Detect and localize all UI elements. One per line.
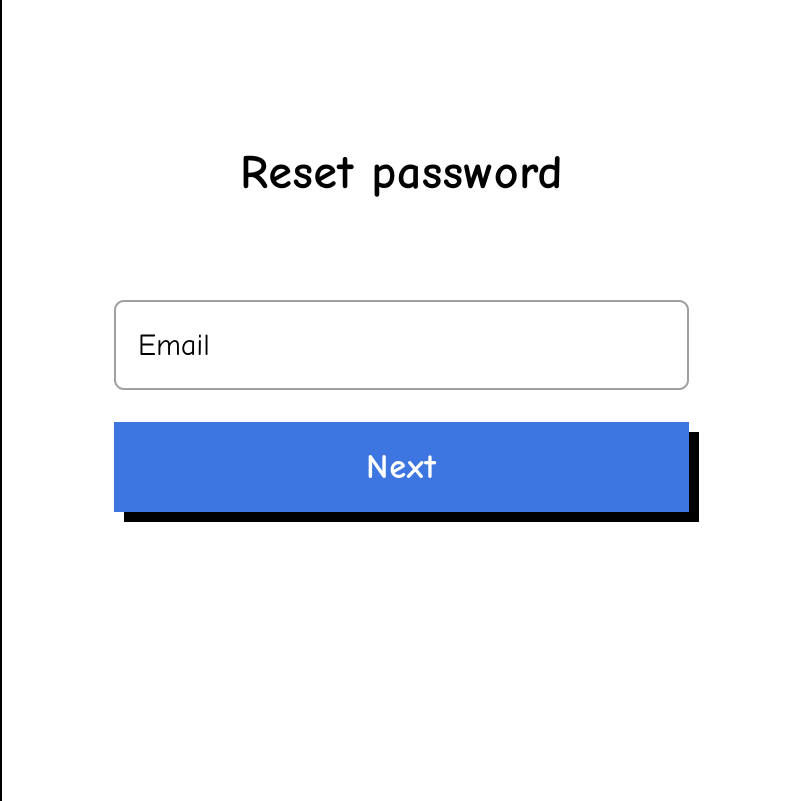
reset-password-panel: Reset password Next bbox=[2, 145, 801, 512]
email-input[interactable] bbox=[114, 300, 689, 390]
reset-password-form: Next bbox=[114, 300, 689, 512]
next-button[interactable]: Next bbox=[114, 422, 689, 512]
page-title: Reset password bbox=[240, 145, 563, 200]
